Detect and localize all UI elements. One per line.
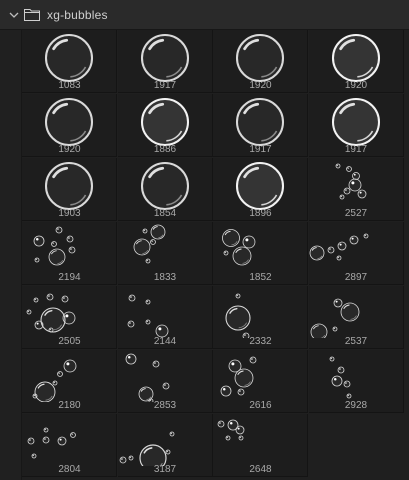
brush-preset[interactable]: 1903 bbox=[22, 158, 117, 221]
group-title: xg-bubbles bbox=[47, 8, 108, 22]
brush-size-label: 2332 bbox=[249, 336, 272, 347]
brush-size-label: 1917 bbox=[249, 144, 272, 155]
brush-thumbnail bbox=[235, 33, 285, 82]
brush-preset[interactable]: 2194 bbox=[22, 222, 117, 285]
brush-thumbnail bbox=[235, 97, 285, 146]
brush-preset[interactable]: 1917 bbox=[213, 94, 308, 157]
brush-preset[interactable]: 2505 bbox=[22, 286, 117, 349]
brush-size-label: 1896 bbox=[249, 208, 272, 219]
brush-thumbnail bbox=[329, 356, 351, 399]
brush-thumbnail bbox=[140, 97, 189, 146]
brush-size-label: 1920 bbox=[344, 80, 368, 91]
brush-thumbnail bbox=[309, 233, 368, 261]
brush-size-label: 1917 bbox=[344, 144, 368, 155]
brush-preset[interactable]: 1920 bbox=[22, 94, 117, 157]
brush-size-label: 1833 bbox=[153, 272, 177, 283]
brush-thumbnail bbox=[127, 294, 168, 338]
brush-grid: 1083 1917 1920 1920 1920 1886 1917 1917 1903 1854… bbox=[22, 30, 409, 480]
brush-thumbnail bbox=[33, 226, 76, 266]
brush-preset[interactable]: 3187 bbox=[117, 414, 213, 477]
brush-thumbnail bbox=[27, 427, 76, 459]
brush-thumbnail bbox=[225, 293, 251, 338]
brush-size-label: 1854 bbox=[153, 208, 177, 219]
brush-thumbnail bbox=[119, 431, 174, 466]
brush-size-label: 1920 bbox=[58, 144, 81, 155]
brush-panel: xg-bubbles 1083 1917 1920 1920 1920 1886 1917 1… bbox=[0, 0, 409, 480]
brush-size-label: 1083 bbox=[58, 80, 81, 91]
brush-preset[interactable]: 1854 bbox=[117, 158, 213, 221]
brush-thumbnail bbox=[235, 161, 285, 210]
brush-size-label: 2928 bbox=[344, 400, 368, 411]
brush-thumbnail bbox=[140, 33, 189, 82]
brush-size-label: 2804 bbox=[58, 464, 81, 475]
brush-size-label: 1920 bbox=[249, 80, 272, 91]
brush-thumbnail bbox=[222, 229, 256, 266]
brush-thumbnail bbox=[331, 97, 380, 146]
brush-thumbnail bbox=[133, 224, 165, 264]
brush-preset[interactable]: 2853 bbox=[117, 350, 213, 413]
brush-preset[interactable]: 2804 bbox=[22, 414, 117, 477]
brush-preset[interactable]: 1896 bbox=[213, 158, 308, 221]
brush-preset[interactable]: 1917 bbox=[308, 94, 404, 157]
brush-thumbnail bbox=[335, 163, 366, 200]
folder-icon bbox=[24, 9, 40, 21]
brush-size-label: 2180 bbox=[58, 400, 81, 411]
brush-thumbnail bbox=[217, 419, 245, 441]
brush-size-label: 1917 bbox=[153, 80, 177, 91]
brush-size-label: 2194 bbox=[58, 272, 81, 283]
brush-thumbnail bbox=[44, 33, 94, 82]
brush-preset[interactable]: 2928 bbox=[308, 350, 404, 413]
brush-size-label: 2537 bbox=[344, 336, 368, 347]
brush-size-label: 2616 bbox=[249, 400, 272, 411]
brush-size-label: 2527 bbox=[344, 208, 368, 219]
brush-preset[interactable]: 1917 bbox=[117, 30, 213, 93]
brush-preset[interactable]: 1083 bbox=[22, 30, 117, 93]
brush-size-label: 3187 bbox=[153, 464, 177, 475]
brush-preset[interactable]: 1852 bbox=[213, 222, 308, 285]
brush-size-label: 1903 bbox=[58, 208, 81, 219]
brush-thumbnail bbox=[26, 293, 76, 333]
brush-preset[interactable]: 2332 bbox=[213, 286, 308, 349]
brush-thumbnail bbox=[125, 353, 169, 402]
chevron-down-icon[interactable] bbox=[8, 9, 20, 21]
brush-preset[interactable]: 1833 bbox=[117, 222, 213, 285]
brush-preset[interactable]: 2180 bbox=[22, 350, 117, 413]
brush-preset[interactable]: 2897 bbox=[308, 222, 404, 285]
brush-preset[interactable]: 2537 bbox=[308, 286, 404, 349]
brush-size-label: 1852 bbox=[249, 272, 272, 283]
brush-preset[interactable]: 1920 bbox=[213, 30, 308, 93]
brush-size-label: 2853 bbox=[153, 400, 177, 411]
brush-size-label: 2144 bbox=[153, 336, 177, 347]
panel-gutter bbox=[0, 30, 22, 480]
brush-thumbnail bbox=[331, 33, 380, 82]
brush-size-label: 2897 bbox=[344, 272, 368, 283]
brush-preset[interactable]: 2527 bbox=[308, 158, 404, 221]
brush-thumbnail bbox=[220, 356, 257, 397]
brush-size-label: 2505 bbox=[58, 336, 81, 347]
brush-thumbnail bbox=[32, 359, 77, 402]
brush-size-label: 1886 bbox=[153, 144, 177, 155]
brush-thumbnail bbox=[140, 161, 189, 210]
brush-preset[interactable]: 1920 bbox=[308, 30, 404, 93]
brush-preset[interactable]: 1886 bbox=[117, 94, 213, 157]
brush-preset[interactable]: 2648 bbox=[213, 414, 308, 477]
brush-thumbnail bbox=[44, 97, 94, 146]
brush-size-label: 2648 bbox=[249, 464, 272, 475]
brush-thumbnail bbox=[310, 298, 359, 338]
brush-preset[interactable]: 2144 bbox=[117, 286, 213, 349]
brush-preset[interactable]: 2616 bbox=[213, 350, 308, 413]
brush-group-header[interactable]: xg-bubbles bbox=[0, 0, 409, 30]
brush-thumbnail bbox=[44, 161, 94, 210]
